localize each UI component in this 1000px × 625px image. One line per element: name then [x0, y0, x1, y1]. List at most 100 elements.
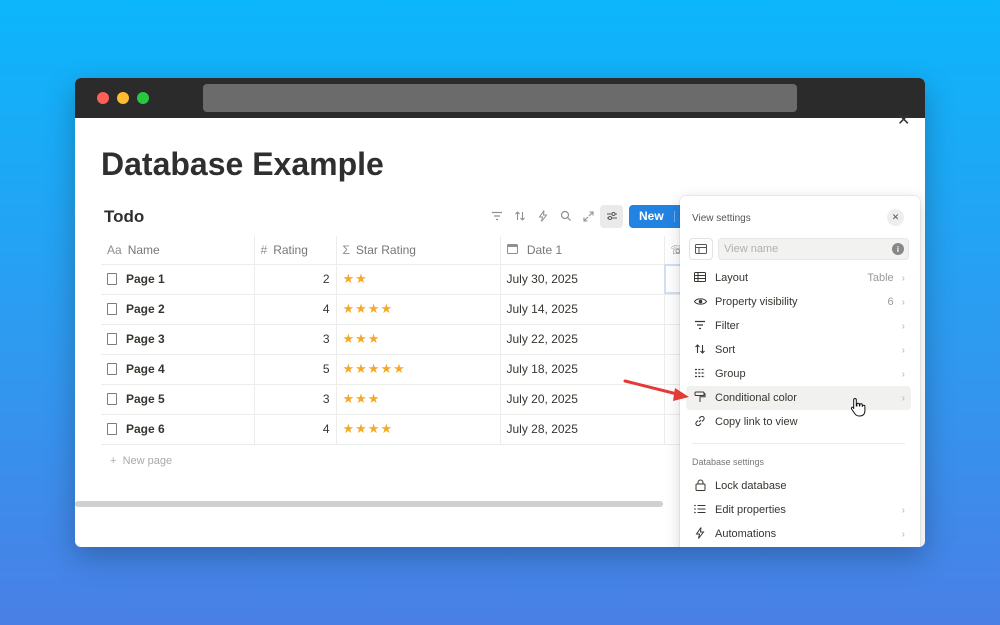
- minimize-window-button[interactable]: [117, 92, 129, 104]
- table-row[interactable]: Page 6 4 ★★★★ July 28, 2025: [101, 414, 694, 445]
- database-table: Aa Name # Rating Σ Star Rating Date 1 ☏ Pag…: [101, 236, 694, 445]
- name-cell[interactable]: Page 4: [101, 354, 254, 385]
- table-row[interactable]: Page 5 3 ★★★ July 20, 2025: [101, 384, 694, 415]
- rating-cell[interactable]: 4: [253, 414, 336, 445]
- close-window-button[interactable]: [97, 92, 109, 104]
- menu-item-lock-database[interactable]: Lock database: [686, 474, 911, 498]
- maximize-window-button[interactable]: [137, 92, 149, 104]
- page-icon: [107, 333, 117, 345]
- row-name: Page 6: [126, 422, 165, 436]
- column-header-star-rating[interactable]: Σ Star Rating: [335, 236, 500, 265]
- menu-item-filter[interactable]: Filter ›: [686, 314, 911, 338]
- rating-cell[interactable]: 2: [253, 264, 336, 295]
- database-title[interactable]: Todo: [104, 207, 144, 227]
- rating-cell[interactable]: 5: [253, 354, 336, 385]
- menu-item-label: Conditional color: [715, 392, 797, 404]
- table-icon[interactable]: [689, 238, 713, 260]
- date-cell[interactable]: July 30, 2025: [499, 264, 664, 295]
- column-header-rating[interactable]: # Rating: [253, 236, 336, 265]
- menu-item-sort[interactable]: Sort ›: [686, 338, 911, 362]
- name-cell[interactable]: Page 1: [101, 264, 254, 295]
- new-page-button[interactable]: + New page: [110, 455, 172, 467]
- rating-cell[interactable]: 3: [253, 324, 336, 355]
- view-name-input[interactable]: [718, 238, 909, 260]
- sort-icon[interactable]: [508, 205, 531, 228]
- menu-item-label: Group: [715, 368, 746, 380]
- table-row[interactable]: Page 2 4 ★★★★ July 14, 2025: [101, 294, 694, 325]
- star-rating-cell[interactable]: ★★★★: [335, 414, 500, 445]
- sort-icon: [692, 343, 708, 358]
- menu-item-label: Layout: [715, 272, 749, 284]
- view-settings-panel: View settings ✕ i Layout Table › Propert…: [680, 196, 920, 547]
- name-cell[interactable]: Page 3: [101, 324, 254, 355]
- star-rating-cell[interactable]: ★★★★: [335, 294, 500, 325]
- new-button-label: New: [639, 209, 664, 223]
- menu-item-label: Copy link to view: [715, 416, 798, 428]
- page-icon: [107, 363, 117, 375]
- chevron-right-icon: ›: [901, 272, 905, 284]
- page-title: Database Example: [101, 146, 384, 182]
- filter-icon: [692, 319, 708, 333]
- table-icon: [692, 271, 708, 285]
- chevron-right-icon: ›: [901, 368, 905, 380]
- menu-item-group[interactable]: Group ›: [686, 362, 911, 386]
- lightning-icon[interactable]: [531, 205, 554, 228]
- calendar-icon: [506, 243, 521, 257]
- menu-item-value: 6: [887, 296, 894, 308]
- star-rating-cell[interactable]: ★★★: [335, 324, 500, 355]
- star-rating-cell[interactable]: ★★★: [335, 384, 500, 415]
- date-cell[interactable]: July 28, 2025: [499, 414, 664, 445]
- settings-sliders-icon[interactable]: [600, 204, 623, 228]
- link-icon: [692, 415, 708, 430]
- date-cell[interactable]: July 14, 2025: [499, 294, 664, 325]
- row-name: Page 2: [126, 302, 165, 316]
- star-rating-cell[interactable]: ★★: [335, 264, 500, 295]
- name-cell[interactable]: Page 5: [101, 384, 254, 415]
- paint-roller-icon: [692, 391, 708, 406]
- address-bar[interactable]: [203, 84, 797, 112]
- rating-cell[interactable]: 3: [253, 384, 336, 415]
- menu-item-layout[interactable]: Layout Table ›: [686, 266, 911, 290]
- menu-item-copy-link[interactable]: Copy link to view: [686, 410, 911, 434]
- column-header-name[interactable]: Aa Name: [101, 236, 254, 265]
- menu-item-label: Lock database: [715, 480, 787, 492]
- text-property-icon: Aa: [107, 242, 122, 257]
- horizontal-scrollbar[interactable]: [75, 501, 663, 507]
- new-page-label: New page: [122, 455, 173, 467]
- filter-icon[interactable]: [485, 205, 508, 228]
- name-cell[interactable]: Page 6: [101, 414, 254, 445]
- column-label: Date 1: [526, 242, 563, 257]
- column-header-date[interactable]: Date 1: [499, 236, 664, 265]
- table-row[interactable]: Page 3 3 ★★★ July 22, 2025: [101, 324, 694, 355]
- menu-item-label: Sort: [715, 344, 736, 356]
- plus-icon: +: [110, 455, 117, 467]
- table-row[interactable]: Page 4 5 ★★★★★ July 18, 2025: [101, 354, 694, 385]
- star-rating-cell[interactable]: ★★★★★: [335, 354, 500, 385]
- menu-item-automations[interactable]: Automations ›: [686, 522, 911, 546]
- search-icon[interactable]: [554, 205, 577, 228]
- rating-cell[interactable]: 4: [253, 294, 336, 325]
- row-name: Page 5: [126, 392, 165, 406]
- close-icon[interactable]: ✕: [887, 209, 904, 226]
- menu-item-conditional-color[interactable]: Conditional color ›: [686, 386, 911, 410]
- page-icon: [107, 303, 117, 315]
- column-label: Star Rating: [355, 242, 416, 257]
- page-content: ✕ Database Example Todo New Aa Name # Ra…: [75, 112, 925, 547]
- menu-item-edit-properties[interactable]: Edit properties ›: [686, 498, 911, 522]
- annotation-arrow-icon: [623, 379, 689, 401]
- date-cell[interactable]: July 22, 2025: [499, 324, 664, 355]
- info-icon[interactable]: i: [892, 243, 904, 255]
- hand-cursor-icon: [850, 397, 866, 421]
- table-header-row: Aa Name # Rating Σ Star Rating Date 1 ☏: [101, 236, 694, 265]
- divider: [692, 443, 905, 444]
- lightning-icon: [692, 526, 708, 542]
- page-icon: [107, 273, 117, 285]
- table-row[interactable]: Page 1 2 ★★ July 30, 2025: [101, 264, 694, 295]
- name-cell[interactable]: Page 2: [101, 294, 254, 325]
- close-icon[interactable]: ✕: [897, 110, 910, 130]
- chevron-right-icon: ›: [901, 344, 905, 356]
- eye-icon: [692, 295, 708, 309]
- expand-icon[interactable]: [577, 205, 600, 228]
- menu-item-property-visibility[interactable]: Property visibility 6 ›: [686, 290, 911, 314]
- chevron-right-icon: ›: [901, 528, 905, 540]
